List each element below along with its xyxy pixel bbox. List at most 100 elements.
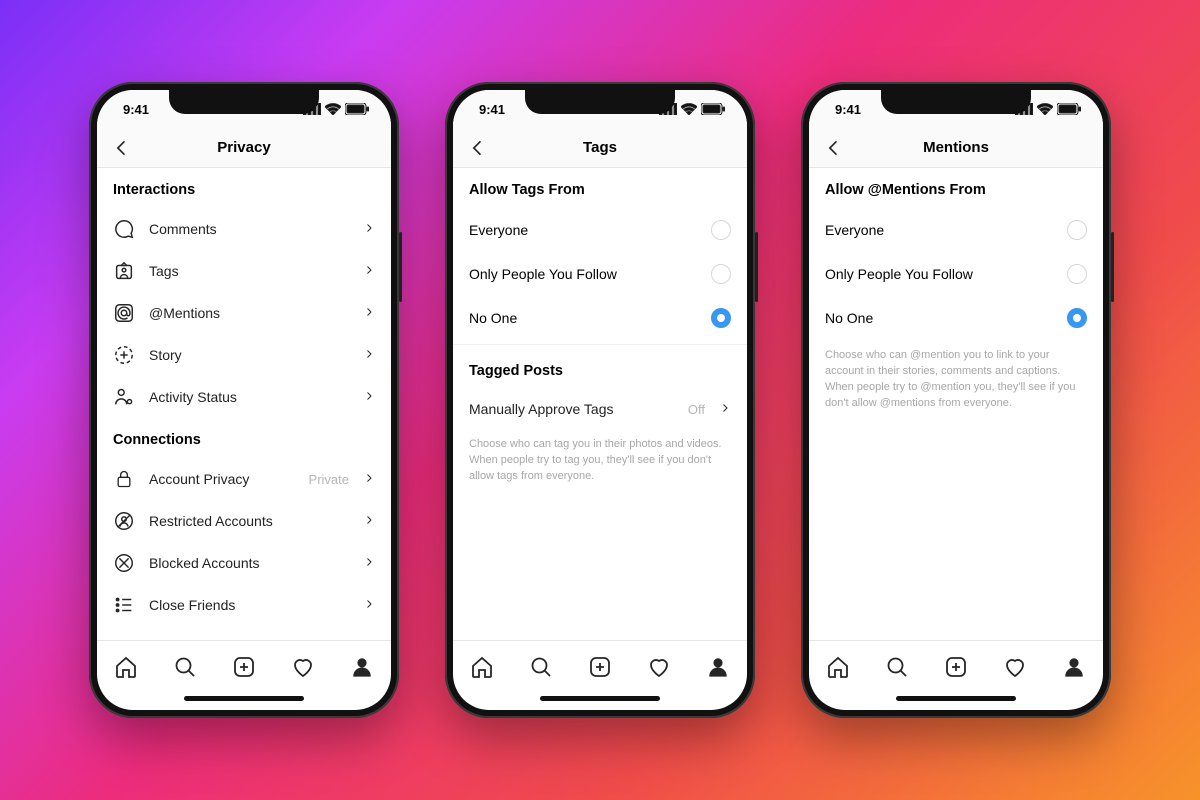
tab-bar	[453, 640, 747, 692]
home-indicator[interactable]	[809, 692, 1103, 710]
tab-search[interactable]	[885, 655, 909, 679]
row-activity-status[interactable]: Activity Status	[97, 376, 391, 418]
row-label: Account Privacy	[149, 471, 295, 487]
back-button[interactable]	[111, 137, 133, 159]
radio-everyone[interactable]: Everyone	[453, 208, 747, 252]
status-time: 9:41	[835, 102, 861, 117]
chevron-right-icon	[363, 263, 375, 279]
tab-activity[interactable]	[647, 655, 671, 679]
tab-bar	[97, 640, 391, 692]
radio-label: Everyone	[825, 222, 884, 238]
notch	[169, 90, 319, 114]
radio-label: No One	[825, 310, 873, 326]
lock-icon	[113, 468, 135, 490]
tab-profile[interactable]	[1062, 655, 1086, 679]
tab-profile[interactable]	[706, 655, 730, 679]
tab-home[interactable]	[470, 655, 494, 679]
radio-label: Only People You Follow	[825, 266, 973, 282]
tab-profile[interactable]	[350, 655, 374, 679]
row-comments[interactable]: Comments	[97, 208, 391, 250]
tab-search[interactable]	[529, 655, 553, 679]
row-tags[interactable]: Tags	[97, 250, 391, 292]
tag-icon	[113, 260, 135, 282]
home-indicator[interactable]	[453, 692, 747, 710]
home-icon	[470, 655, 494, 679]
chevron-left-icon	[468, 138, 488, 158]
page-title: Privacy	[217, 139, 270, 156]
chevron-right-icon	[363, 347, 375, 363]
row-blocked[interactable]: Blocked Accounts	[97, 542, 391, 584]
radio-no-one[interactable]: No One	[809, 296, 1103, 340]
battery-icon	[345, 103, 369, 115]
row-label: Comments	[149, 221, 349, 237]
home-icon	[114, 655, 138, 679]
phone-mentions: 9:41 Mentions Allow @Mentions From Every…	[801, 82, 1111, 718]
tab-new-post[interactable]	[232, 655, 256, 679]
back-button[interactable]	[467, 137, 489, 159]
divider	[453, 344, 747, 345]
radio-label: No One	[469, 310, 517, 326]
home-icon	[826, 655, 850, 679]
chevron-left-icon	[112, 138, 132, 158]
restricted-icon	[113, 510, 135, 532]
tab-home[interactable]	[826, 655, 850, 679]
row-value: Private	[309, 472, 349, 487]
search-icon	[885, 655, 909, 679]
radio-no-one[interactable]: No One	[453, 296, 747, 340]
home-indicator[interactable]	[97, 692, 391, 710]
wifi-icon	[1037, 103, 1053, 115]
radio-only-following[interactable]: Only People You Follow	[809, 252, 1103, 296]
tab-home[interactable]	[114, 655, 138, 679]
wifi-icon	[325, 103, 341, 115]
radio-indicator	[711, 220, 731, 240]
chevron-right-icon	[363, 305, 375, 321]
page-title: Tags	[583, 139, 617, 156]
navbar: Tags	[453, 128, 747, 168]
search-icon	[529, 655, 553, 679]
row-restricted[interactable]: Restricted Accounts	[97, 500, 391, 542]
tab-new-post[interactable]	[944, 655, 968, 679]
row-label: @Mentions	[149, 305, 349, 321]
row-account-privacy[interactable]: Account Privacy Private	[97, 458, 391, 500]
notch	[881, 90, 1031, 114]
newpost-icon	[588, 655, 612, 679]
chevron-right-icon	[363, 513, 375, 529]
chevron-right-icon	[719, 401, 731, 417]
row-close-friends[interactable]: Close Friends	[97, 584, 391, 626]
tab-activity[interactable]	[1003, 655, 1027, 679]
tab-new-post[interactable]	[588, 655, 612, 679]
row-label: Story	[149, 347, 349, 363]
row-label: Close Friends	[149, 597, 349, 613]
radio-everyone[interactable]: Everyone	[809, 208, 1103, 252]
search-icon	[173, 655, 197, 679]
radio-indicator	[1067, 264, 1087, 284]
row-manual-approve[interactable]: Manually Approve Tags Off	[453, 389, 747, 429]
activity-icon	[113, 386, 135, 408]
story-icon	[113, 344, 135, 366]
comment-icon	[113, 218, 135, 240]
newpost-icon	[944, 655, 968, 679]
back-button[interactable]	[823, 137, 845, 159]
phone-tags: 9:41 Tags Allow Tags From Everyone Only …	[445, 82, 755, 718]
radio-indicator	[711, 264, 731, 284]
tab-activity[interactable]	[291, 655, 315, 679]
notch	[525, 90, 675, 114]
row-story[interactable]: Story	[97, 334, 391, 376]
newpost-icon	[232, 655, 256, 679]
row-label: Restricted Accounts	[149, 513, 349, 529]
chevron-left-icon	[824, 138, 844, 158]
activity-heart-icon	[291, 655, 315, 679]
phone-privacy: 9:41 Privacy Interactions Comments Tags	[89, 82, 399, 718]
radio-indicator	[1067, 220, 1087, 240]
navbar: Mentions	[809, 128, 1103, 168]
radio-only-following[interactable]: Only People You Follow	[453, 252, 747, 296]
chevron-right-icon	[363, 471, 375, 487]
row-label: Blocked Accounts	[149, 555, 349, 571]
section-header-allow-mentions: Allow @Mentions From	[809, 168, 1103, 208]
row-label: Tags	[149, 263, 349, 279]
tab-search[interactable]	[173, 655, 197, 679]
row-mentions[interactable]: @Mentions	[97, 292, 391, 334]
battery-icon	[701, 103, 725, 115]
section-header-tagged-posts: Tagged Posts	[453, 349, 747, 389]
help-text: Choose who can @mention you to link to y…	[809, 340, 1103, 412]
